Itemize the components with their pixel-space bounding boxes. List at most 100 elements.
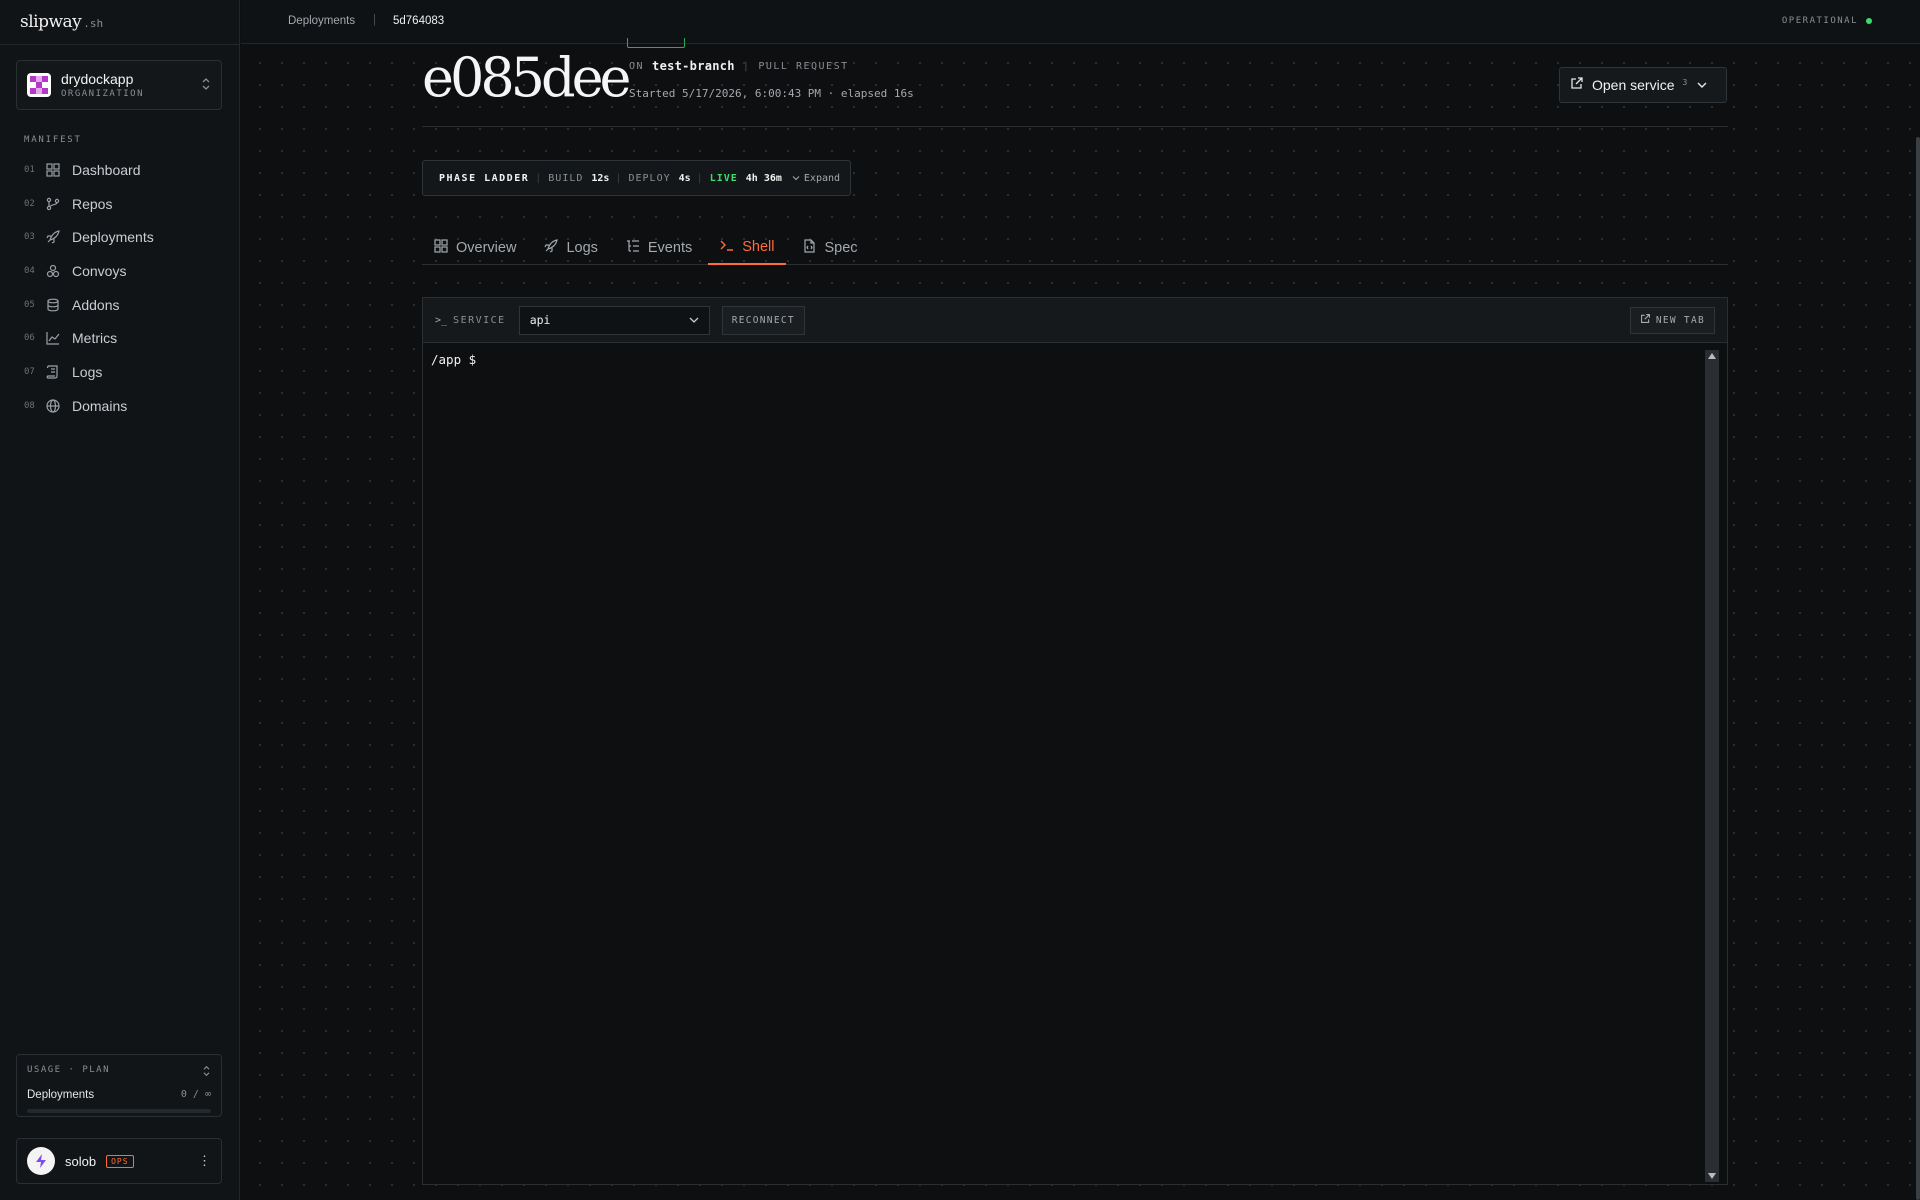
rocket-icon [46, 230, 60, 244]
external-link-icon [1640, 313, 1651, 327]
sidebar-item-repos[interactable]: 02 Repos [16, 187, 224, 221]
topbar: Deployments | 5d764083 OPERATIONAL [241, 0, 1920, 44]
brand-name: slipway [20, 12, 82, 32]
tab-shell[interactable]: Shell [708, 230, 787, 265]
reconnect-button[interactable]: RECONNECT [721, 305, 805, 335]
branch-name[interactable]: test-branch [652, 59, 735, 73]
deployment-tabs: Overview Logs Events Shell Spec [422, 230, 1728, 265]
open-service-button[interactable]: Open service 3 [1559, 67, 1727, 103]
scroll-icon [46, 365, 60, 379]
org-avatar [27, 73, 51, 97]
page-scrollbar[interactable] [1916, 137, 1920, 1200]
terminal-prompt-icon: >_ [435, 314, 448, 326]
service-select-value: api [529, 313, 551, 327]
org-switcher[interactable]: drydockapp ORGANIZATION [16, 60, 222, 110]
nav-number: 08 [24, 400, 35, 411]
terminal-scrollbar[interactable] [1705, 350, 1719, 1182]
deploy-duration: 4s [678, 172, 691, 184]
chevron-down-icon [792, 173, 800, 184]
tab-label: Overview [456, 239, 517, 256]
brand-tld: .sh [83, 17, 104, 30]
tab-label: Spec [824, 239, 858, 256]
list-icon [626, 239, 640, 257]
nav-number: 02 [24, 198, 35, 209]
lightning-icon [36, 1154, 46, 1168]
grid-icon [434, 238, 448, 257]
expand-toggle[interactable]: Expand [804, 173, 840, 184]
live-label: LIVE [709, 172, 738, 184]
tab-label: Shell [742, 238, 775, 255]
nav-label: Deployments [72, 229, 154, 246]
service-count: 3 [1682, 77, 1688, 87]
sidebar-item-metrics[interactable]: 06 Metrics [16, 321, 224, 355]
role-badge: OPS [106, 1154, 134, 1168]
scroll-down-icon[interactable] [1708, 1173, 1716, 1179]
sidebar-item-convoys[interactable]: 04 Convoys [16, 254, 224, 288]
terminal-prompt-line: /app $ [431, 352, 477, 367]
tab-spec[interactable]: Spec [790, 230, 869, 265]
service-label: >_ SERVICE [435, 315, 506, 326]
brand-logo[interactable]: slipway .sh [20, 12, 103, 36]
new-tab-label: NEW TAB [1655, 314, 1705, 326]
nav-label: Convoys [72, 262, 127, 279]
sidebar-item-addons[interactable]: 05 Addons [16, 288, 224, 322]
nav-label: Repos [72, 195, 113, 212]
deploy-kind: PULL REQUEST [758, 60, 849, 72]
user-avatar [27, 1147, 55, 1175]
nav-number: 05 [24, 299, 35, 310]
phase-ladder: PHASE LADDER | BUILD 12s | DEPLOY 4s | L… [422, 160, 851, 196]
tab-logs[interactable]: Logs [532, 230, 609, 265]
open-service-label: Open service [1592, 77, 1675, 93]
nav-label: Logs [72, 363, 103, 380]
sidebar-item-deployments[interactable]: 03 Deployments [16, 220, 224, 254]
breadcrumb-deployment-id: 5d764083 [393, 15, 445, 27]
live-duration: 4h 36m [745, 172, 782, 184]
scroll-up-icon[interactable] [1708, 353, 1716, 359]
nav-number: 06 [24, 333, 35, 344]
shell-panel: >_ SERVICE api RECONNECT NEW TAB /app $ [422, 297, 1728, 1185]
service-label-text: SERVICE [453, 314, 506, 326]
sidebar: slipway .sh drydockapp ORGANIZATION MANI… [0, 0, 240, 1200]
shell-toolbar: >_ SERVICE api RECONNECT NEW TAB [423, 298, 1727, 343]
nav-number: 04 [24, 265, 35, 276]
nav-section-label: MANIFEST [24, 135, 82, 145]
chevron-down-icon [689, 313, 699, 327]
file-code-icon [802, 238, 816, 257]
chevron-updown-icon [202, 1065, 211, 1080]
database-icon [46, 298, 60, 312]
sidebar-item-dashboard[interactable]: 01 Dashboard [16, 153, 224, 187]
org-role: ORGANIZATION [61, 89, 145, 99]
tab-overview[interactable]: Overview [422, 230, 528, 265]
terminal-icon [720, 238, 734, 256]
status-badge [627, 38, 685, 48]
sidebar-divider [0, 44, 240, 45]
sidebar-item-logs[interactable]: 07 Logs [16, 355, 224, 389]
build-label: BUILD [548, 172, 584, 184]
nav-number: 01 [24, 164, 35, 175]
chart-icon [46, 331, 60, 345]
breadcrumb-separator: | [373, 14, 376, 26]
breadcrumb-deployments[interactable]: Deployments [288, 15, 355, 27]
nav-label: Metrics [72, 330, 118, 347]
usage-header: USAGE · PLAN [27, 1065, 111, 1075]
grid-icon [46, 163, 60, 177]
user-name: solob [65, 1153, 97, 1169]
nav-label: Addons [72, 296, 120, 313]
chevron-updown-icon [201, 77, 211, 94]
nav-number: 07 [24, 366, 35, 377]
chevron-down-icon [1697, 76, 1707, 94]
terminal-output[interactable]: /app $ [423, 343, 1727, 1184]
more-vertical-icon[interactable]: ⋮ [198, 1153, 211, 1169]
new-tab-button[interactable]: NEW TAB [1629, 306, 1715, 334]
user-card[interactable]: solob OPS ⋮ [16, 1138, 222, 1184]
service-select[interactable]: api [518, 305, 710, 335]
nav-label: Dashboard [72, 161, 141, 178]
system-status: OPERATIONAL [1782, 16, 1872, 26]
usage-value: 0 / ∞ [180, 1089, 211, 1100]
usage-plan-card[interactable]: USAGE · PLAN Deployments 0 / ∞ [16, 1054, 222, 1117]
tab-events[interactable]: Events [614, 230, 704, 265]
main-content: Deployments | 5d764083 OPERATIONAL e085d… [241, 0, 1920, 1200]
sidebar-item-domains[interactable]: 08 Domains [16, 389, 224, 423]
rocket-icon [544, 238, 559, 257]
status-dot [1866, 18, 1872, 24]
